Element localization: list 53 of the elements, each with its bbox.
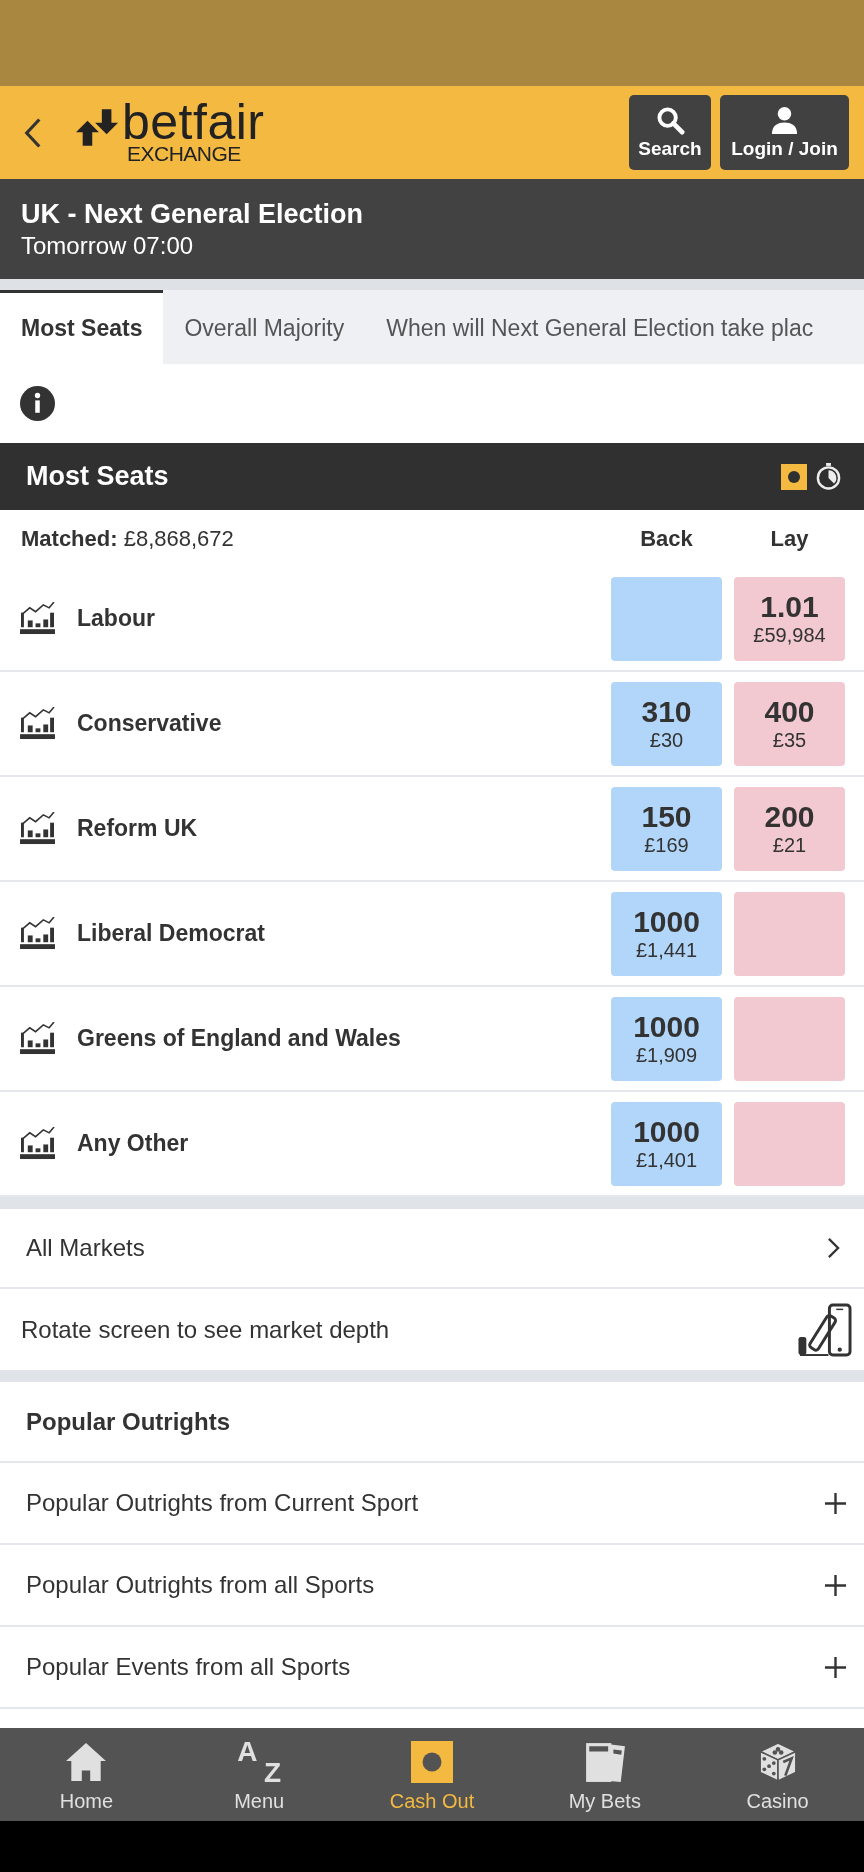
search-button[interactable]: Search xyxy=(629,95,711,170)
account-button[interactable]: Login / Join xyxy=(720,95,849,170)
event-title: UK - Next General Election xyxy=(21,198,364,231)
az-icon: A Z xyxy=(237,1741,282,1783)
rotate-phone-icon xyxy=(797,1302,852,1357)
back-odds-button[interactable]: 150 £169 xyxy=(611,786,722,871)
cash-out-icon xyxy=(411,1741,453,1783)
cash-out-icon xyxy=(781,463,807,490)
nav-tab[interactable]: Cash Out xyxy=(345,1728,519,1821)
market-tab[interactable]: Most Seats xyxy=(0,290,164,364)
runner-name: Liberal Democrat xyxy=(77,920,266,947)
back-odds-button[interactable]: 1000 £1,441 xyxy=(611,891,722,976)
runner-name: Conservative xyxy=(77,710,223,737)
column-heading: Lay xyxy=(769,525,810,552)
nav-tab[interactable]: A Z Menu xyxy=(172,1728,346,1821)
lay-odds-button[interactable]: 400 £35 xyxy=(734,681,845,766)
event-time: Tomorrow 07:00 xyxy=(21,231,194,261)
rotate-hint: Rotate screen to see market depth xyxy=(21,1315,390,1344)
logo-subtitle: EXCHANGE xyxy=(127,142,242,165)
back-odds-button[interactable]: 1000 £1,909 xyxy=(611,996,722,1081)
back-odds-button[interactable]: 1000 £1,401 xyxy=(611,1101,722,1186)
bar-chart-icon[interactable] xyxy=(20,812,55,845)
bar-chart-icon[interactable] xyxy=(20,917,55,950)
back-odds-button[interactable]: 310 £30 xyxy=(611,681,722,766)
nav-tab[interactable]: Casino xyxy=(691,1728,864,1821)
lay-odds-button[interactable]: 200 £21 xyxy=(734,786,845,871)
logo-wordmark: betfair xyxy=(122,100,265,143)
column-heading: Back xyxy=(639,525,694,552)
lay-odds-button[interactable]: 1.01 £59,984 xyxy=(734,576,845,661)
user-icon xyxy=(770,105,799,135)
runner-name: Reform UK xyxy=(77,815,199,842)
back-icon[interactable] xyxy=(24,116,42,149)
market-tab[interactable]: When will Next General Election take plac xyxy=(365,290,835,364)
bar-chart-icon[interactable] xyxy=(20,1022,55,1055)
arrows-logo-icon xyxy=(76,108,120,146)
home-icon xyxy=(65,1741,108,1783)
stopwatch-icon xyxy=(815,463,842,490)
market-title: Most Seats xyxy=(26,461,170,492)
matched-total: Matched: £8,868,672 xyxy=(21,525,235,552)
bar-chart-icon[interactable] xyxy=(20,707,55,740)
bar-chart-icon[interactable] xyxy=(20,602,55,635)
market-tab[interactable]: Overall Majority xyxy=(163,290,366,364)
all-markets-link[interactable]: All Markets xyxy=(0,1209,864,1289)
bar-chart-icon[interactable] xyxy=(20,1127,55,1160)
nav-tab[interactable]: My Bets xyxy=(518,1728,692,1821)
nav-tab[interactable]: Home xyxy=(0,1728,173,1821)
chevron-right-icon xyxy=(827,1237,840,1259)
runner-name: Greens of England and Wales xyxy=(77,1025,402,1052)
betslip-icon xyxy=(583,1741,626,1783)
search-icon xyxy=(655,105,685,135)
runner-name: Any Other xyxy=(77,1130,190,1157)
runner-name: Labour xyxy=(77,605,156,632)
info-icon[interactable] xyxy=(20,386,55,421)
